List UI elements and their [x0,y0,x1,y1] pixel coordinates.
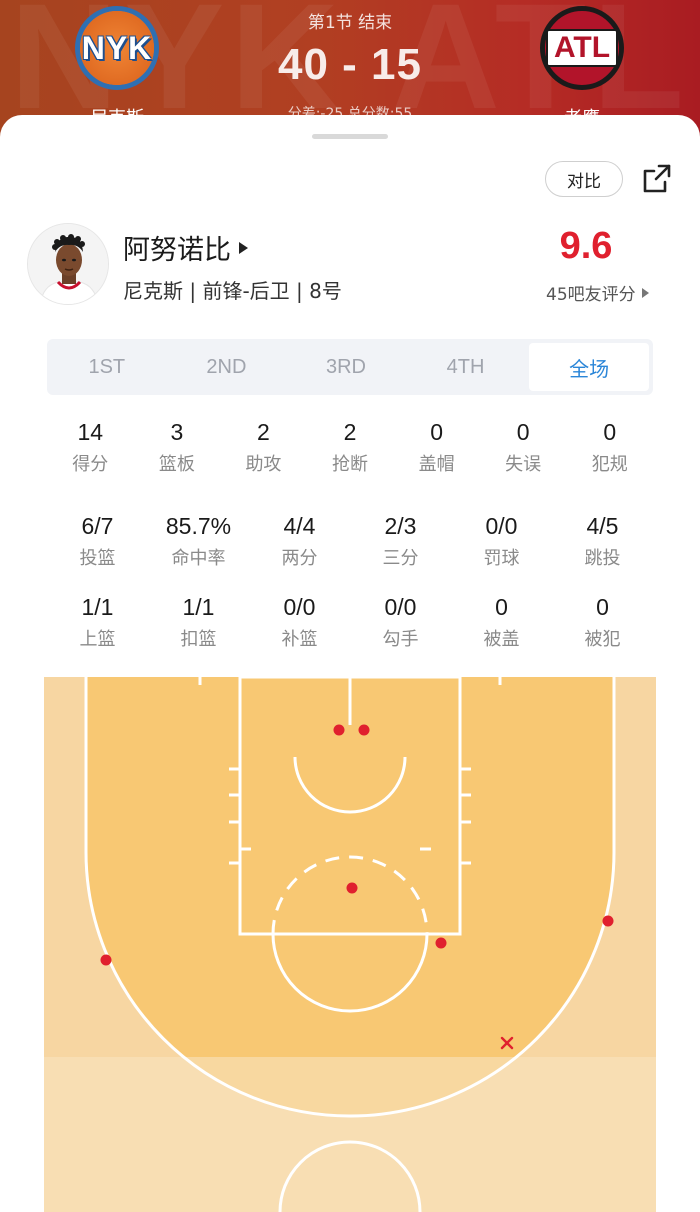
drag-handle[interactable] [312,134,388,139]
stat-label: 篮板 [158,454,195,475]
tab-3rd[interactable]: 3RD [286,339,406,395]
stat-item: 2/3 三分 [350,513,451,570]
stat-label: 补篮 [281,629,318,650]
stat-item: 4/5 跳投 [552,513,653,570]
player-stats-sheet: 对比 阿努诺比 尼克斯 | 前锋-后卫 | 8号 9.6 45吧友评分 1ST … [0,115,700,1212]
basic-stats-row: 14 得分 3 篮板 2 助攻 2 抢断 0 盖帽 0 失误 0 犯规 [47,419,653,476]
made-shot-marker[interactable] [358,724,370,736]
stat-value: 1/1 [81,594,114,620]
stat-item: 1/1 上篮 [47,594,148,651]
tab-2nd[interactable]: 2ND [167,339,287,395]
stat-item: 0 被犯 [552,594,653,651]
stat-label: 扣篮 [180,629,217,650]
stat-value: 0/0 [283,594,316,620]
stat-label: 犯规 [591,454,628,475]
stat-value: 2/3 [384,513,417,539]
stat-label: 两分 [281,548,318,569]
stat-item: 0/0 补篮 [249,594,350,651]
made-shot-marker[interactable] [333,724,345,736]
stat-value: 6/7 [81,513,114,539]
stat-item: 2 抢断 [307,419,394,476]
stat-label: 失误 [505,454,542,475]
stat-item: 4/4 两分 [249,513,350,570]
stat-label: 投篮 [79,548,116,569]
stat-label: 三分 [382,548,419,569]
stat-label: 跳投 [584,548,621,569]
stat-value: 0/0 [384,594,417,620]
stat-item: 0 盖帽 [393,419,480,476]
period-tabs: 1ST 2ND 3RD 4TH 全场 [47,339,653,395]
compare-button[interactable]: 对比 [545,161,623,197]
player-name: 阿努诺比 [123,235,231,266]
player-rating: 9.6 [559,225,613,267]
shot-chart-court [44,677,656,1212]
stat-item: 3 篮板 [134,419,221,476]
period-status: 第1节 结束 [307,13,393,33]
stat-label: 助攻 [245,454,282,475]
stat-value: 0 [495,594,508,620]
rating-link[interactable]: 45吧友评分 [546,280,649,305]
game-score: 40 - 15 [278,40,422,89]
stat-value: 2 [343,419,357,445]
stat-label: 抢断 [332,454,369,475]
tab-full-game[interactable]: 全场 [529,343,649,391]
stat-item: 0 被盖 [451,594,552,651]
stat-value: 4/5 [586,513,619,539]
stat-value: 14 [77,419,104,445]
made-shot-marker[interactable] [346,882,358,894]
stat-value: 0 [516,419,530,445]
stat-label: 得分 [72,454,109,475]
stat-item: 85.7% 命中率 [148,513,249,570]
play-arrow-icon [239,241,248,254]
share-icon[interactable] [639,161,675,197]
stat-label: 命中率 [171,548,226,569]
stat-label: 勾手 [382,629,419,650]
stat-label: 被盖 [483,629,520,650]
stat-item: 0 失误 [480,419,567,476]
player-meta: 尼克斯 | 前锋-后卫 | 8号 [123,279,342,303]
tab-4th[interactable]: 4TH [406,339,526,395]
shot-type-stats-row: 1/1 上篮 1/1 扣篮 0/0 补篮 0/0 勾手 0 被盖 0 被犯 [47,594,653,651]
stat-value: 2 [257,419,270,445]
stat-item: 2 助攻 [220,419,307,476]
made-shot-marker[interactable] [100,954,112,966]
stat-value: 0 [603,419,617,445]
stat-item: 1/1 扣篮 [148,594,249,651]
rating-label: 45吧友评分 [546,285,636,305]
stat-value: 1/1 [182,594,215,620]
stat-value: 3 [170,419,184,445]
stat-item: 0 犯规 [566,419,653,476]
stat-value: 0 [430,419,443,445]
stat-value: 0 [596,594,609,620]
stat-item: 0/0 罚球 [451,513,552,570]
stat-label: 上篮 [79,629,116,650]
stat-value: 85.7% [165,513,232,539]
stat-label: 盖帽 [418,454,455,475]
tab-1st[interactable]: 1ST [47,339,167,395]
backcourt-zone [44,1057,656,1212]
player-name-link[interactable]: 阿努诺比 [123,228,248,267]
stat-item: 6/7 投篮 [47,513,148,570]
stat-label: 被犯 [584,629,621,650]
made-shot-marker[interactable] [602,915,614,927]
stat-value: 0/0 [485,513,518,539]
stat-item: 14 得分 [47,419,134,476]
stat-value: 4/4 [283,513,316,539]
made-shot-marker[interactable] [435,937,447,949]
player-avatar[interactable] [27,223,109,305]
stat-label: 罚球 [483,548,520,569]
shooting-stats-row: 6/7 投篮 85.7% 命中率 4/4 两分 2/3 三分 0/0 罚球 4/5 跳投 [47,513,653,570]
stat-item: 0/0 勾手 [350,594,451,651]
chevron-right-icon [641,287,649,298]
